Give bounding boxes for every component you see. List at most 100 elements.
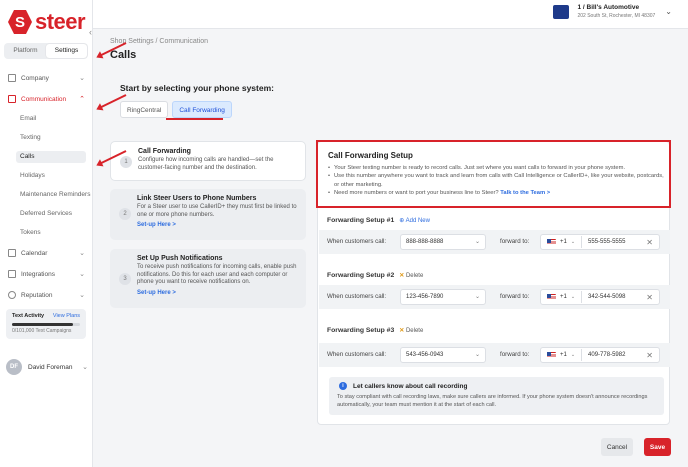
source-number-value: 543-456-0943 <box>406 352 444 358</box>
step-title: Set Up Push Notifications <box>137 255 223 262</box>
clear-icon[interactable]: ✕ <box>646 293 653 302</box>
delete-label: Delete <box>405 328 424 334</box>
forwarding-row: When customers call: 123-456-7890 ⌄ forwa… <box>319 285 670 309</box>
setup-here-link[interactable]: Set-up Here > <box>137 290 300 296</box>
calendar-icon <box>8 249 16 257</box>
phone-system-section: Start by selecting your phone system: Ri… <box>110 75 670 131</box>
plus-circle-icon: ⊕ <box>399 218 405 224</box>
chevron-down-icon: ⌄ <box>79 250 85 257</box>
step-title: Call Forwarding <box>138 148 191 155</box>
info-icon: i <box>339 382 347 390</box>
sub-email[interactable]: Email <box>20 113 36 125</box>
chevron-down-icon: ⌄ <box>474 239 480 245</box>
chevron-down-icon: ⌄ <box>570 239 576 245</box>
country-code[interactable]: +1 <box>560 239 567 245</box>
platform-settings-toggle: Platform Settings <box>4 43 88 59</box>
destination-phone-input[interactable]: +1 ⌄ 342-544-5098 ✕ <box>540 289 660 305</box>
tab-ringcentral[interactable]: RingCentral <box>120 101 169 118</box>
shop-logo-icon <box>553 4 570 19</box>
nav-communication-label: Communication <box>21 95 67 103</box>
text-activity-title: Text Activity <box>12 313 45 319</box>
country-code[interactable]: +1 <box>560 352 567 358</box>
source-number-select[interactable]: 543-456-0943 ⌄ <box>400 347 486 363</box>
sub-deferred-services[interactable]: Deferred Services <box>20 208 72 220</box>
step-number: 2 <box>119 208 131 220</box>
platform-tab[interactable]: Platform <box>5 44 46 58</box>
sub-calls[interactable]: Calls <box>16 151 86 163</box>
us-flag-icon <box>547 239 556 245</box>
destination-phone-input[interactable]: +1 ⌄ 555-555-5555 ✕ <box>540 234 660 250</box>
nav-company-label: Company <box>21 74 49 82</box>
sub-texting[interactable]: Texting <box>20 132 41 144</box>
step-description: Configure how incoming calls are handled… <box>138 157 274 171</box>
avatar: DF <box>6 359 22 375</box>
account-switcher[interactable]: 1 / Bill's Automotive 202 South St, Roch… <box>553 4 672 19</box>
when-customers-call-label: When customers call: <box>327 351 387 358</box>
tab-call-forwarding[interactable]: Call Forwarding <box>172 101 232 118</box>
top-header: 1 / Bill's Automotive 202 South St, Roch… <box>93 0 688 29</box>
delete-button[interactable]: ✕ Delete <box>399 272 423 279</box>
user-name: David Foreman <box>28 363 73 371</box>
save-button[interactable]: Save <box>644 438 671 456</box>
add-new-button[interactable]: ⊕ Add New <box>399 217 430 224</box>
forwarding-setup-title: Forwarding Setup #2 <box>327 272 395 279</box>
destination-phone-input[interactable]: +1 ⌄ 409-778-5982 ✕ <box>540 347 660 363</box>
country-code[interactable]: +1 <box>560 294 567 300</box>
step-description: For a Steer user to use CallerID+ they m… <box>137 204 297 218</box>
chevron-down-icon: ⌄ <box>570 294 576 300</box>
sub-tokens[interactable]: Tokens <box>20 227 41 239</box>
forward-to-label: forward to: <box>500 293 530 300</box>
sub-maintenance-reminders[interactable]: Maintenance Reminders <box>20 189 90 201</box>
nav-integrations[interactable]: Integrations ⌄ <box>4 267 89 281</box>
page-title: Calls <box>110 49 137 61</box>
destination-number-value[interactable]: 342-544-5098 <box>588 294 646 300</box>
cancel-button[interactable]: Cancel <box>601 438 633 456</box>
megaphone-icon <box>8 95 16 103</box>
nav-reputation[interactable]: Reputation ⌄ <box>4 288 89 302</box>
building-icon <box>8 74 16 82</box>
delete-button[interactable]: ✕ Delete <box>399 327 423 334</box>
forwarding-setup-title: Forwarding Setup #3 <box>327 327 395 334</box>
nav-integrations-label: Integrations <box>21 270 55 278</box>
chevron-down-icon: ⌄ <box>79 292 85 299</box>
setup-here-link[interactable]: Set-up Here > <box>137 222 300 228</box>
notice-description: To stay compliant with call recording la… <box>337 394 648 408</box>
text-activity-caption: 0/101,000 Text Campaigns <box>12 328 72 334</box>
view-plans-link[interactable]: View Plans <box>53 313 80 319</box>
user-menu[interactable]: DF David Foreman ⌄ <box>6 359 88 375</box>
forwarding-setup-title: Forwarding Setup #1 <box>327 217 395 224</box>
step-link-users[interactable]: 2 Link Steer Users to Phone Numbers For … <box>110 189 306 240</box>
grid-icon <box>8 270 16 278</box>
steer-logo[interactable]: S steer <box>8 9 86 35</box>
annotation-highlight-box <box>316 140 671 208</box>
nav-calendar[interactable]: Calendar ⌄ <box>4 246 89 260</box>
phone-system-title: Start by selecting your phone system: <box>120 83 274 93</box>
clear-icon[interactable]: ✕ <box>646 351 653 360</box>
nav-company[interactable]: Company ⌄ <box>4 71 89 85</box>
chevron-down-icon: ⌄ <box>79 75 85 82</box>
step-push-notifications[interactable]: 3 Set Up Push Notifications To receive p… <box>110 249 306 308</box>
x-icon: ✕ <box>399 328 405 334</box>
us-flag-icon <box>547 352 556 358</box>
forwarding-row: When customers call: 888-888-8888 ⌄ forwa… <box>319 230 670 254</box>
sidebar: S steer Platform Settings Company ⌄ Comm… <box>0 0 93 467</box>
settings-tab[interactable]: Settings <box>46 44 87 58</box>
forwarding-setup-header: Forwarding Setup #2 ✕ Delete <box>327 272 423 279</box>
clear-icon[interactable]: ✕ <box>646 238 653 247</box>
x-icon: ✕ <box>399 273 405 279</box>
source-number-select[interactable]: 888-888-8888 ⌄ <box>400 234 486 250</box>
nav-communication[interactable]: Communication ⌃ <box>4 92 89 106</box>
chevron-down-icon: ⌄ <box>82 364 88 371</box>
sub-holidays[interactable]: Holidays <box>20 170 45 182</box>
chevron-down-icon: ⌄ <box>79 271 85 278</box>
divider <box>581 291 583 303</box>
forwarding-row: When customers call: 543-456-0943 ⌄ forwa… <box>319 343 670 367</box>
step-call-forwarding[interactable]: 1 Call Forwarding Configure how incoming… <box>110 141 306 181</box>
nav-calendar-label: Calendar <box>21 249 48 257</box>
destination-number-value[interactable]: 555-555-5555 <box>588 239 646 245</box>
steer-logo-mark: S <box>8 10 32 34</box>
source-number-select[interactable]: 123-456-7890 ⌄ <box>400 289 486 305</box>
nav-reputation-label: Reputation <box>21 291 53 299</box>
collapse-sidebar-icon[interactable]: ‹ <box>89 27 92 37</box>
destination-number-value[interactable]: 409-778-5982 <box>588 352 646 358</box>
